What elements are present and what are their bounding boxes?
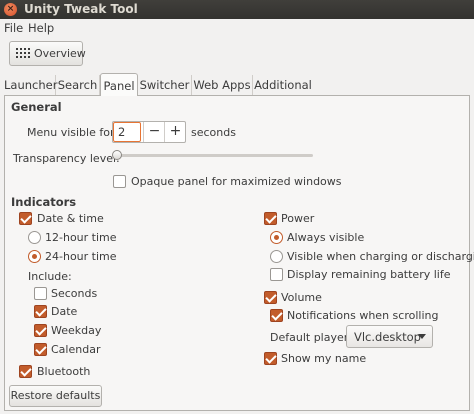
transparency-slider[interactable] <box>116 154 313 157</box>
calendar-checkbox[interactable] <box>34 343 47 356</box>
tab-panel[interactable]: Panel <box>100 73 138 96</box>
menu-visible-input[interactable]: 2 <box>113 122 141 142</box>
increment-button[interactable]: + <box>164 122 186 142</box>
title-bar: × Unity Tweak Tool <box>0 0 474 19</box>
opaque-panel-label: Opaque panel for maximized windows <box>131 175 342 188</box>
menu-visible-label: Menu visible for: <box>27 126 118 139</box>
grid-icon <box>16 48 30 59</box>
decrement-button[interactable]: − <box>143 122 165 142</box>
radio-always-visible-label: Always visible <box>287 231 365 244</box>
battery-life-checkbox[interactable] <box>270 268 283 281</box>
menu-visible-spinbox: 2 − + <box>112 121 186 143</box>
menu-bar: File Help <box>0 19 474 37</box>
opaque-panel-checkbox[interactable] <box>113 175 126 188</box>
date-checkbox[interactable] <box>34 305 47 318</box>
radio-visible-charging-label: Visible when charging or discharging <box>287 250 474 263</box>
tab-launcher[interactable]: Launcher <box>4 75 57 95</box>
general-heading: General <box>11 100 62 114</box>
menu-help[interactable]: Help <box>28 21 54 35</box>
tab-switcher[interactable]: Switcher <box>138 75 192 95</box>
notifications-scrolling-label: Notifications when scrolling <box>287 309 439 322</box>
menu-file[interactable]: File <box>4 21 23 35</box>
restore-defaults-button[interactable]: Restore defaults <box>9 385 102 407</box>
overview-button[interactable]: Overview <box>9 41 86 66</box>
power-label: Power <box>281 212 315 225</box>
chevron-down-icon <box>418 334 426 339</box>
include-label: Include: <box>28 270 72 283</box>
radio-24-hour[interactable] <box>28 250 41 263</box>
battery-life-label: Display remaining battery life <box>287 268 451 281</box>
tab-search[interactable]: Search <box>56 75 100 95</box>
tab-web-apps[interactable]: Web Apps <box>192 75 253 95</box>
default-player-value: Vlc.desktop <box>354 330 421 344</box>
window-title: Unity Tweak Tool <box>24 2 138 16</box>
volume-checkbox[interactable] <box>264 291 277 304</box>
radio-always-visible[interactable] <box>270 231 283 244</box>
seconds-checkbox[interactable] <box>34 287 47 300</box>
weekday-checkbox[interactable] <box>34 324 47 337</box>
power-checkbox[interactable] <box>264 212 277 225</box>
radio-12-hour-label: 12-hour time <box>45 231 117 244</box>
calendar-label: Calendar <box>51 343 101 356</box>
default-player-select[interactable]: Vlc.desktop <box>346 325 433 348</box>
show-my-name-checkbox[interactable] <box>264 352 277 365</box>
date-time-label: Date & time <box>37 212 104 225</box>
volume-label: Volume <box>281 291 322 304</box>
radio-12-hour[interactable] <box>28 231 41 244</box>
default-player-label: Default player: <box>270 331 352 344</box>
close-icon[interactable]: × <box>4 3 17 16</box>
indicators-heading: Indicators <box>11 195 77 209</box>
radio-24-hour-label: 24-hour time <box>45 250 117 263</box>
tab-strip: Launcher Search Panel Switcher Web Apps … <box>0 73 474 96</box>
date-time-checkbox[interactable] <box>19 212 32 225</box>
weekday-label: Weekday <box>51 324 102 337</box>
transparency-slider-handle[interactable] <box>112 150 122 160</box>
bluetooth-label: Bluetooth <box>37 365 91 378</box>
notifications-scrolling-checkbox[interactable] <box>270 309 283 322</box>
bluetooth-checkbox[interactable] <box>19 365 32 378</box>
date-label: Date <box>51 305 78 318</box>
menu-visible-units: seconds <box>191 126 236 139</box>
seconds-label: Seconds <box>51 287 98 300</box>
radio-visible-charging[interactable] <box>270 250 283 263</box>
show-my-name-label: Show my name <box>281 352 367 365</box>
tab-additional[interactable]: Additional <box>253 75 313 95</box>
transparency-label: Transparency level: <box>13 152 120 165</box>
overview-label: Overview <box>34 47 86 60</box>
